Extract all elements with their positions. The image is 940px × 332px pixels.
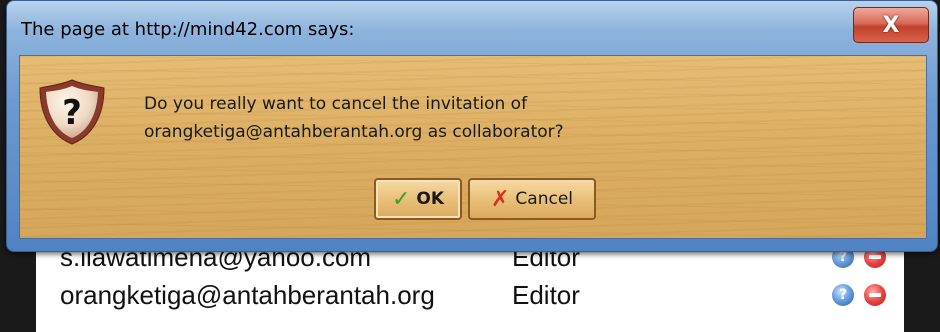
collaborator-email: orangketiga@antahberantah.org (60, 280, 435, 310)
message-line: Do you really want to cancel the invitat… (144, 94, 528, 114)
list-item: orangketiga@antahberantah.org Editor ? (60, 276, 900, 316)
question-shield-icon: ? (39, 79, 105, 145)
cancel-button[interactable]: ✗ Cancel (468, 178, 596, 220)
close-icon: X (882, 12, 900, 38)
remove-circle-icon[interactable] (864, 284, 886, 306)
ok-label: OK (416, 189, 445, 209)
ok-button[interactable]: ✓ OK (374, 178, 462, 220)
cancel-label: Cancel (515, 189, 574, 209)
dialog-message: Do you really want to cancel the invitat… (144, 90, 564, 146)
dialog-body: ? Do you really want to cancel the invit… (19, 55, 927, 239)
collaborator-role: Editor (512, 280, 580, 310)
help-circle-icon[interactable]: ? (832, 284, 854, 306)
confirm-dialog: The page at http://mind42.com says: X ? … (6, 0, 938, 252)
checkmark-icon: ✓ (391, 186, 411, 212)
svg-text:?: ? (62, 93, 82, 133)
dialog-title: The page at http://mind42.com says: (21, 19, 355, 40)
dialog-titlebar[interactable]: The page at http://mind42.com says: X (7, 1, 937, 57)
cross-icon: ✗ (490, 186, 510, 212)
close-button[interactable]: X (853, 7, 929, 43)
message-line: orangketiga@antahberantah.org as collabo… (144, 122, 564, 142)
